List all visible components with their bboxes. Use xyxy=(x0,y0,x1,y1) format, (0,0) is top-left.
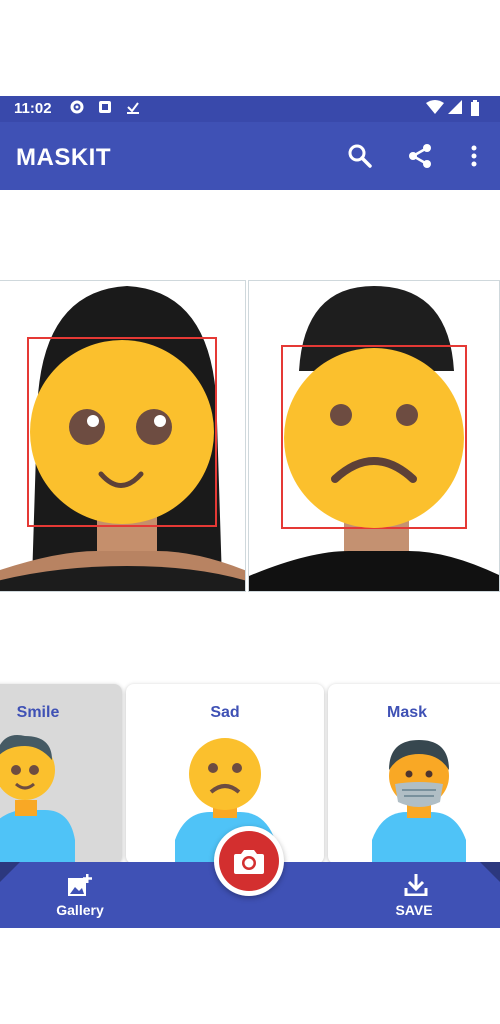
more-vert-icon[interactable] xyxy=(460,142,488,170)
smile-avatar-icon xyxy=(0,735,75,864)
gallery-button[interactable]: Gallery xyxy=(48,870,112,926)
mask-option-label: Sad xyxy=(210,704,240,721)
photo-preview-smile[interactable] xyxy=(0,280,246,592)
status-bar: 11:02 xyxy=(0,96,500,122)
wifi-icon xyxy=(426,100,444,117)
camera-icon xyxy=(234,848,264,879)
download-icon xyxy=(404,874,428,901)
share-icon[interactable] xyxy=(406,142,434,170)
app-bar: MASKIT xyxy=(0,122,500,190)
sad-emoji-overlay xyxy=(284,348,464,528)
camera-capture-button[interactable] xyxy=(214,826,284,896)
smile-emoji-overlay xyxy=(30,340,214,524)
face-mask-avatar-icon xyxy=(372,740,466,864)
app-title: MASKIT xyxy=(16,144,111,171)
image-notification-icon xyxy=(98,100,112,117)
mask-option-smile[interactable]: Smile xyxy=(0,684,122,864)
settings-icon xyxy=(70,100,84,117)
search-icon[interactable] xyxy=(346,142,374,170)
save-label: SAVE xyxy=(395,902,433,918)
battery-icon xyxy=(470,100,480,119)
download-done-icon xyxy=(126,100,140,117)
gallery-label: Gallery xyxy=(56,902,104,918)
mask-option-label: Mask xyxy=(386,704,428,721)
mask-option-label: Smile xyxy=(16,704,60,721)
camera-button-fill xyxy=(219,831,279,891)
add-photo-icon xyxy=(68,874,92,901)
photo-preview-sad[interactable] xyxy=(248,280,500,592)
status-time: 11:02 xyxy=(14,100,52,117)
signal-icon xyxy=(448,100,462,117)
mask-option-mask[interactable]: Mask xyxy=(328,684,500,864)
save-button[interactable]: SAVE xyxy=(384,870,448,926)
